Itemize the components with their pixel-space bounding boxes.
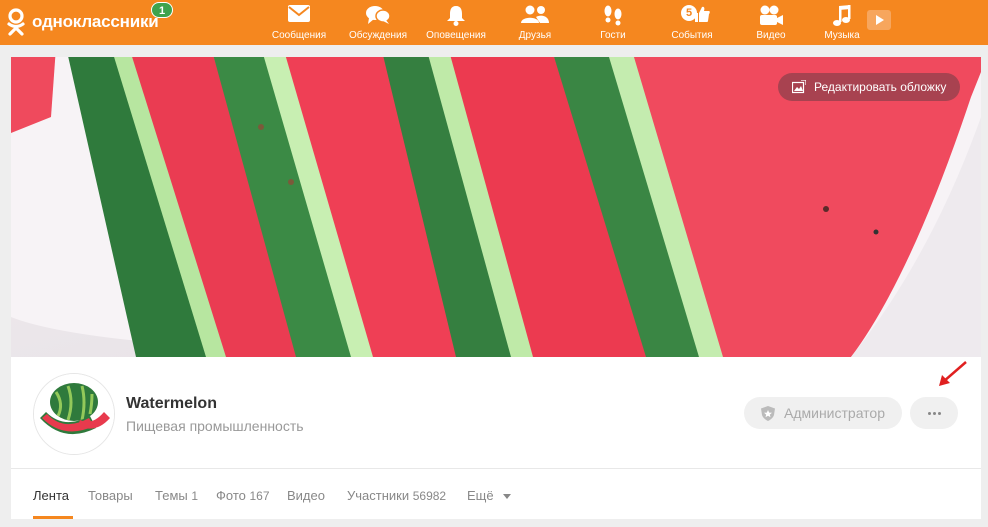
tab-label: Ещё	[467, 488, 494, 503]
tab-count: 167	[249, 489, 270, 503]
tab-feed[interactable]: Лента	[33, 488, 69, 503]
shield-icon	[761, 406, 775, 421]
administrator-button[interactable]: Администратор	[744, 397, 902, 429]
active-tab-indicator	[33, 516, 73, 519]
tab-photos[interactable]: Фото 167	[216, 488, 270, 503]
group-card: Редактировать обложку Watermelon Пищевая…	[11, 57, 981, 519]
tab-topics[interactable]: Темы 1	[155, 488, 198, 503]
more-dots-icon	[938, 412, 941, 415]
nav-label: Гости	[600, 30, 626, 41]
tab-more[interactable]: Ещё	[467, 488, 512, 503]
image-edit-icon	[792, 80, 806, 94]
nav-messages[interactable]: Сообщения	[259, 0, 339, 45]
top-bar: одноклассники 1 Сообщения Обсуждения Опо…	[0, 0, 988, 45]
tab-label: Товары	[88, 488, 133, 503]
nav-label: Оповещения	[426, 30, 486, 41]
chat-bubbles-icon	[366, 6, 391, 24]
nav-guests[interactable]: Гости	[573, 0, 653, 45]
tab-count: 56982	[412, 489, 447, 503]
group-category: Пищевая промышленность	[126, 418, 304, 434]
tab-label: Видео	[287, 488, 325, 503]
camera-icon	[760, 5, 783, 25]
red-arrow-annotation	[939, 361, 967, 386]
nav-video[interactable]: Видео	[731, 0, 811, 45]
group-name: Watermelon	[126, 395, 217, 412]
more-dots-icon	[933, 412, 936, 415]
bell-icon	[447, 6, 465, 26]
nav-label: Музыка	[824, 30, 860, 41]
nav-label: Сообщения	[271, 30, 327, 41]
logo-badge: 1	[151, 2, 173, 18]
watermelon-avatar-icon	[34, 374, 114, 454]
nav-events[interactable]: 5 События	[652, 0, 732, 45]
nav-label: Обсуждения	[348, 30, 408, 41]
tab-label: Темы	[155, 488, 188, 503]
nav-label: Видео	[756, 30, 786, 41]
tab-label: Фото	[216, 488, 246, 503]
group-avatar[interactable]	[33, 373, 115, 455]
tab-video[interactable]: Видео	[287, 488, 325, 503]
nav-notifications[interactable]: Оповещения	[416, 0, 496, 45]
cover-image: Редактировать обложку	[11, 57, 981, 357]
footprints-icon	[604, 5, 622, 26]
more-options-button[interactable]	[910, 397, 958, 429]
play-icon[interactable]	[867, 10, 891, 30]
watermelon-cover-illustration	[11, 57, 981, 357]
edit-cover-button[interactable]: Редактировать обложку	[778, 73, 961, 101]
group-tabs: Лента Товары Темы 1 Фото 167 Видео Участ…	[11, 469, 981, 519]
tab-label: Участники	[347, 488, 410, 503]
nav-label: Друзья	[518, 30, 552, 41]
nav-friends[interactable]: Друзья	[495, 0, 575, 45]
administrator-label: Администратор	[784, 405, 886, 421]
more-dots-icon	[928, 412, 931, 415]
edit-cover-label: Редактировать обложку	[814, 80, 947, 94]
tab-members[interactable]: Участники 56982	[347, 488, 446, 503]
logo[interactable]: одноклассники 1	[6, 2, 173, 36]
chevron-down-icon	[503, 494, 512, 500]
envelope-icon	[288, 5, 310, 22]
logo-text: одноклассники	[32, 12, 159, 31]
thumbs-up-icon	[694, 6, 710, 23]
music-note-icon	[833, 5, 851, 26]
tab-count: 1	[191, 489, 199, 503]
nav-label: События	[671, 30, 713, 41]
ok-logo-icon	[6, 8, 26, 36]
people-icon	[521, 5, 549, 23]
tab-products[interactable]: Товары	[88, 488, 133, 503]
tab-label: Лента	[33, 488, 69, 503]
nav-discussions[interactable]: Обсуждения	[338, 0, 418, 45]
